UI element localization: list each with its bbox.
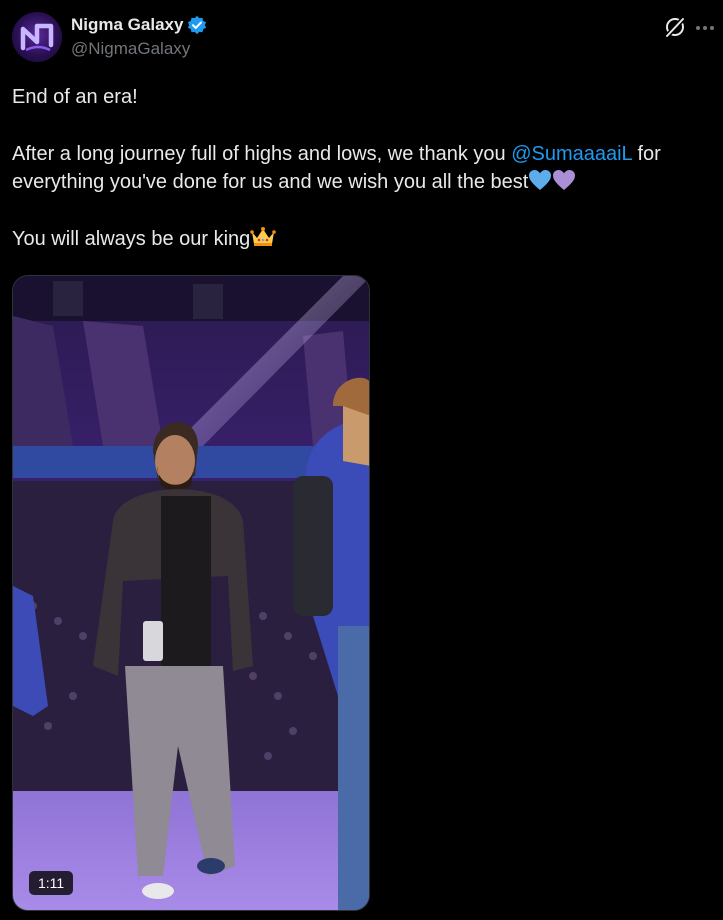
tweet-header: Nigma Galaxy @NigmaGalaxy	[12, 12, 714, 64]
crown-emoji-icon	[250, 227, 277, 246]
tweet-line-text: End of an era!	[12, 86, 138, 108]
avatar[interactable]	[12, 12, 62, 62]
tweet-line-text: You will always be our king	[12, 228, 251, 250]
more-options-icon[interactable]	[694, 18, 716, 38]
video-thumbnail	[13, 276, 369, 910]
tweet-line-text: After a long journey full of highs and l…	[12, 143, 512, 165]
author-display-name[interactable]: Nigma Galaxy	[71, 15, 183, 35]
tweet-text: End of an era! After a long journey full…	[12, 83, 712, 253]
grok-icon[interactable]	[664, 16, 686, 38]
mention-link[interactable]: @SumaaaaiL	[511, 143, 632, 165]
tweet-line: You will always be our king	[12, 225, 712, 253]
tweet-line: After a long journey full of highs and l…	[12, 140, 712, 168]
tweet-line-text: everything you've done for us and we wis…	[12, 171, 529, 193]
tweet-line: everything you've done for us and we wis…	[12, 168, 712, 196]
video-player[interactable]: 1:11	[12, 275, 370, 911]
purple-heart-emoji-icon	[553, 170, 576, 190]
tweet-line: End of an era!	[12, 83, 712, 111]
verified-badge-icon	[188, 15, 207, 35]
author-handle[interactable]: @NigmaGalaxy	[71, 39, 207, 59]
video-duration-badge: 1:11	[29, 871, 74, 895]
nigma-logo-icon	[20, 23, 54, 52]
tweet-line-text: for	[631, 143, 661, 165]
blue-heart-emoji-icon	[529, 170, 552, 190]
